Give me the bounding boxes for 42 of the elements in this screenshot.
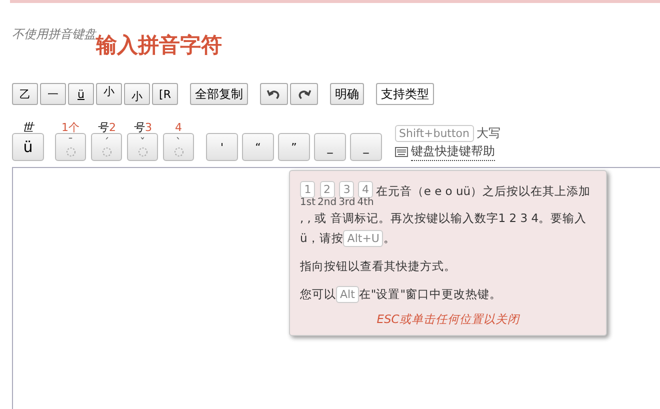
dotted-circle-icon	[66, 146, 76, 156]
key-label: 号	[97, 122, 108, 133]
subtitle: 不使用拼音键盘	[12, 26, 96, 41]
supported-types-button[interactable]: 支持类型	[376, 83, 434, 105]
keyboard-icon	[395, 147, 408, 157]
tone-key-button[interactable]: ˋ	[163, 133, 194, 161]
key-button[interactable]: 一	[40, 83, 66, 105]
tone-key-button[interactable]: ˇ	[127, 133, 158, 161]
redo-button[interactable]	[290, 83, 318, 105]
key-label: 3	[145, 122, 152, 133]
punctuation-key-button[interactable]: “	[242, 133, 274, 161]
key-label: 4	[175, 122, 182, 133]
u-key-button[interactable]: ü	[12, 133, 44, 161]
copy-all-button[interactable]: 全部复制	[190, 83, 248, 105]
punctuation-key-button[interactable]: '	[206, 133, 238, 161]
key-button[interactable]: 小	[96, 83, 122, 105]
punctuation-key-button[interactable]: ”	[278, 133, 310, 161]
clear-button[interactable]: 明确	[330, 83, 364, 105]
punctuation-key-button[interactable]: _	[314, 133, 346, 161]
page-title: 输入拼音字符	[96, 32, 222, 59]
tone-key-button[interactable]: ˊ	[91, 133, 122, 161]
undo-button[interactable]	[260, 83, 288, 105]
key-label: 世	[22, 122, 34, 133]
tone-key-button[interactable]: ¯	[55, 133, 86, 161]
key-label: 2	[109, 122, 116, 133]
popup-text: 指向按钮以查看其快捷方式。	[300, 258, 457, 275]
close-hint: ESC或单击任何位置以关闭	[376, 312, 521, 327]
key-button[interactable]: 小	[124, 83, 150, 105]
key-button[interactable]: 乙	[12, 83, 38, 105]
key-cap: Shift+button	[395, 125, 474, 142]
key-button[interactable]: [R	[152, 83, 178, 105]
key-label: 号	[133, 122, 144, 133]
popup-text: 您可以 Alt 在"设置"窗口中更改热键。	[300, 285, 502, 304]
keyboard-shortcuts-help-link[interactable]: 键盘快捷键帮助	[411, 143, 495, 161]
key-button[interactable]: ü	[68, 83, 94, 105]
hint-text: 大写	[476, 125, 501, 142]
key-label: 1个	[62, 122, 80, 133]
popup-text: 1 1st 2 2nd 3 3rd 4 4th 在元音（e e o uü）之后按以在其上添加 , , 或 音调标记。再次按键以输入数字1 2 3 4。要输入ü，请按 Alt+U 。	[300, 181, 592, 248]
punctuation-key-button[interactable]: _	[350, 133, 382, 161]
dotted-circle-icon	[174, 146, 184, 156]
dotted-circle-icon	[102, 146, 112, 156]
dotted-circle-icon	[138, 146, 148, 156]
